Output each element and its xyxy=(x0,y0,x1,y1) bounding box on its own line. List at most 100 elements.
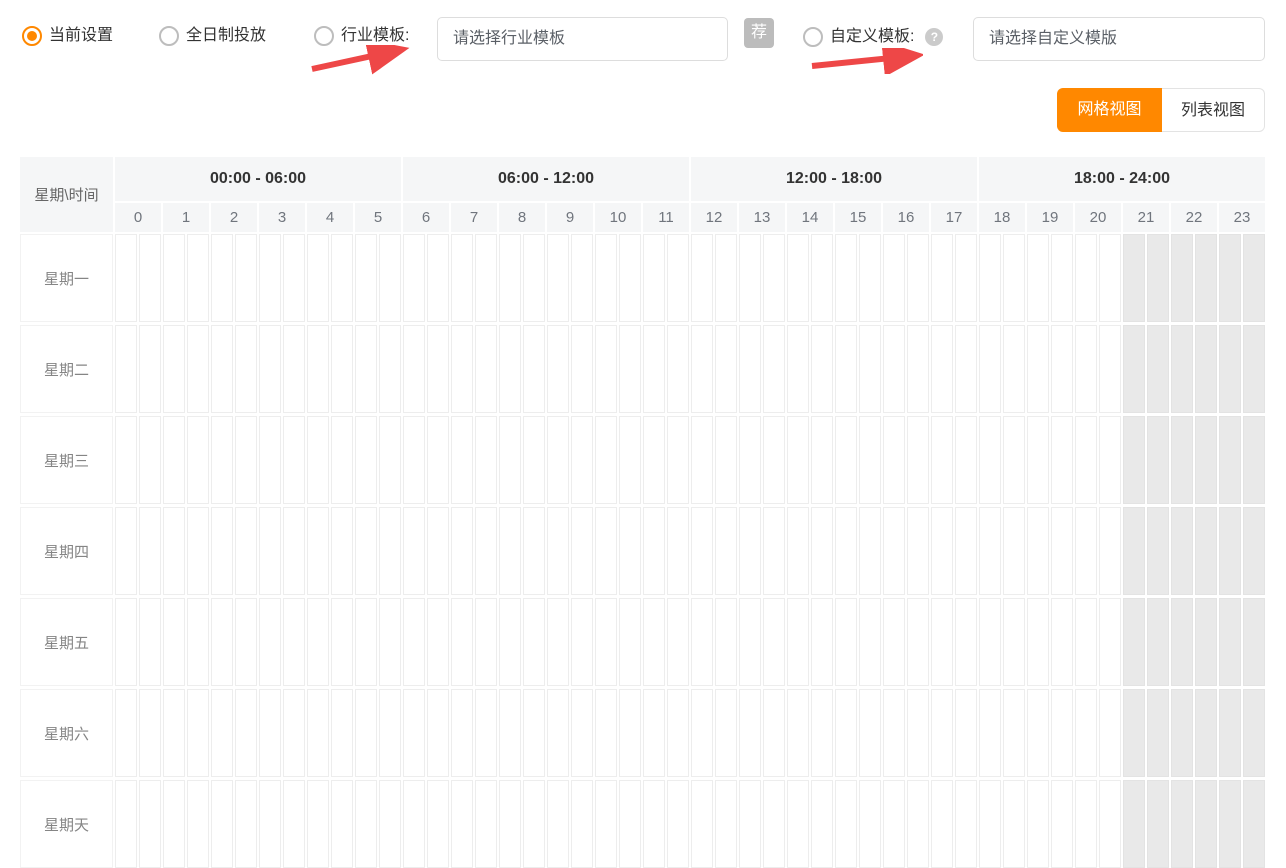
time-slot-cell[interactable] xyxy=(739,689,761,777)
time-slot-cell[interactable] xyxy=(1195,689,1217,777)
time-slot-cell[interactable] xyxy=(1195,325,1217,413)
time-slot-cell[interactable] xyxy=(163,780,185,868)
time-slot-cell[interactable] xyxy=(163,416,185,504)
time-slot-cell[interactable] xyxy=(1027,598,1049,686)
time-slot-cell[interactable] xyxy=(475,689,497,777)
time-slot-cell[interactable] xyxy=(1243,325,1265,413)
time-slot-cell[interactable] xyxy=(1075,416,1097,504)
time-slot-cell[interactable] xyxy=(739,507,761,595)
time-slot-cell[interactable] xyxy=(739,598,761,686)
time-slot-cell[interactable] xyxy=(883,325,905,413)
time-slot-cell[interactable] xyxy=(1147,780,1169,868)
time-slot-cell[interactable] xyxy=(379,416,401,504)
time-slot-cell[interactable] xyxy=(691,507,713,595)
time-slot-cell[interactable] xyxy=(691,598,713,686)
time-slot-cell[interactable] xyxy=(1123,507,1145,595)
time-slot-cell[interactable] xyxy=(643,689,665,777)
time-slot-cell[interactable] xyxy=(427,689,449,777)
time-slot-cell[interactable] xyxy=(835,780,857,868)
time-slot-cell[interactable] xyxy=(331,598,353,686)
time-slot-cell[interactable] xyxy=(955,325,977,413)
time-slot-cell[interactable] xyxy=(1123,234,1145,322)
time-slot-cell[interactable] xyxy=(667,780,689,868)
time-slot-cell[interactable] xyxy=(1171,325,1193,413)
time-slot-cell[interactable] xyxy=(331,689,353,777)
time-slot-cell[interactable] xyxy=(1051,780,1073,868)
time-slot-cell[interactable] xyxy=(235,598,257,686)
custom-template-select[interactable]: 请选择自定义模版 xyxy=(973,17,1265,61)
time-slot-cell[interactable] xyxy=(499,507,521,595)
time-slot-cell[interactable] xyxy=(859,598,881,686)
time-slot-cell[interactable] xyxy=(475,325,497,413)
time-slot-cell[interactable] xyxy=(547,780,569,868)
time-slot-cell[interactable] xyxy=(715,507,737,595)
time-slot-cell[interactable] xyxy=(523,780,545,868)
radio-custom-template[interactable]: 自定义模板: ? xyxy=(803,27,943,47)
time-slot-cell[interactable] xyxy=(283,325,305,413)
time-slot-cell[interactable] xyxy=(787,325,809,413)
time-slot-cell[interactable] xyxy=(571,507,593,595)
time-slot-cell[interactable] xyxy=(955,689,977,777)
time-slot-cell[interactable] xyxy=(403,689,425,777)
time-slot-cell[interactable] xyxy=(667,689,689,777)
time-slot-cell[interactable] xyxy=(667,325,689,413)
time-slot-cell[interactable] xyxy=(763,325,785,413)
time-slot-cell[interactable] xyxy=(355,598,377,686)
time-slot-cell[interactable] xyxy=(475,598,497,686)
time-slot-cell[interactable] xyxy=(403,780,425,868)
time-slot-cell[interactable] xyxy=(859,507,881,595)
time-slot-cell[interactable] xyxy=(211,234,233,322)
time-slot-cell[interactable] xyxy=(763,598,785,686)
time-slot-cell[interactable] xyxy=(715,689,737,777)
time-slot-cell[interactable] xyxy=(187,416,209,504)
time-slot-cell[interactable] xyxy=(619,689,641,777)
time-slot-cell[interactable] xyxy=(979,325,1001,413)
time-slot-cell[interactable] xyxy=(331,234,353,322)
time-slot-cell[interactable] xyxy=(1147,507,1169,595)
time-slot-cell[interactable] xyxy=(883,416,905,504)
time-slot-cell[interactable] xyxy=(763,780,785,868)
time-slot-cell[interactable] xyxy=(379,598,401,686)
time-slot-cell[interactable] xyxy=(547,416,569,504)
time-slot-cell[interactable] xyxy=(691,689,713,777)
help-icon[interactable]: ? xyxy=(925,28,943,46)
time-slot-cell[interactable] xyxy=(835,689,857,777)
time-slot-cell[interactable] xyxy=(691,780,713,868)
time-slot-cell[interactable] xyxy=(811,780,833,868)
time-slot-cell[interactable] xyxy=(499,689,521,777)
time-slot-cell[interactable] xyxy=(811,507,833,595)
time-slot-cell[interactable] xyxy=(523,325,545,413)
time-slot-cell[interactable] xyxy=(1171,780,1193,868)
time-slot-cell[interactable] xyxy=(1075,689,1097,777)
time-slot-cell[interactable] xyxy=(1171,507,1193,595)
time-slot-cell[interactable] xyxy=(907,598,929,686)
time-slot-cell[interactable] xyxy=(907,416,929,504)
time-slot-cell[interactable] xyxy=(859,416,881,504)
time-slot-cell[interactable] xyxy=(1123,780,1145,868)
time-slot-cell[interactable] xyxy=(259,598,281,686)
time-slot-cell[interactable] xyxy=(1219,234,1241,322)
time-slot-cell[interactable] xyxy=(1003,780,1025,868)
time-slot-cell[interactable] xyxy=(1243,598,1265,686)
time-slot-cell[interactable] xyxy=(427,780,449,868)
time-slot-cell[interactable] xyxy=(715,325,737,413)
time-slot-cell[interactable] xyxy=(571,689,593,777)
time-slot-cell[interactable] xyxy=(643,416,665,504)
time-slot-cell[interactable] xyxy=(1003,598,1025,686)
time-slot-cell[interactable] xyxy=(475,780,497,868)
time-slot-cell[interactable] xyxy=(427,416,449,504)
time-slot-cell[interactable] xyxy=(595,325,617,413)
time-slot-cell[interactable] xyxy=(1051,507,1073,595)
time-slot-cell[interactable] xyxy=(547,689,569,777)
time-slot-cell[interactable] xyxy=(307,416,329,504)
time-slot-cell[interactable] xyxy=(619,598,641,686)
time-slot-cell[interactable] xyxy=(1219,780,1241,868)
time-slot-cell[interactable] xyxy=(883,598,905,686)
time-slot-cell[interactable] xyxy=(1219,598,1241,686)
time-slot-cell[interactable] xyxy=(931,689,953,777)
time-slot-cell[interactable] xyxy=(763,689,785,777)
time-slot-cell[interactable] xyxy=(211,507,233,595)
time-slot-cell[interactable] xyxy=(1147,689,1169,777)
time-slot-cell[interactable] xyxy=(1003,507,1025,595)
time-slot-cell[interactable] xyxy=(571,325,593,413)
